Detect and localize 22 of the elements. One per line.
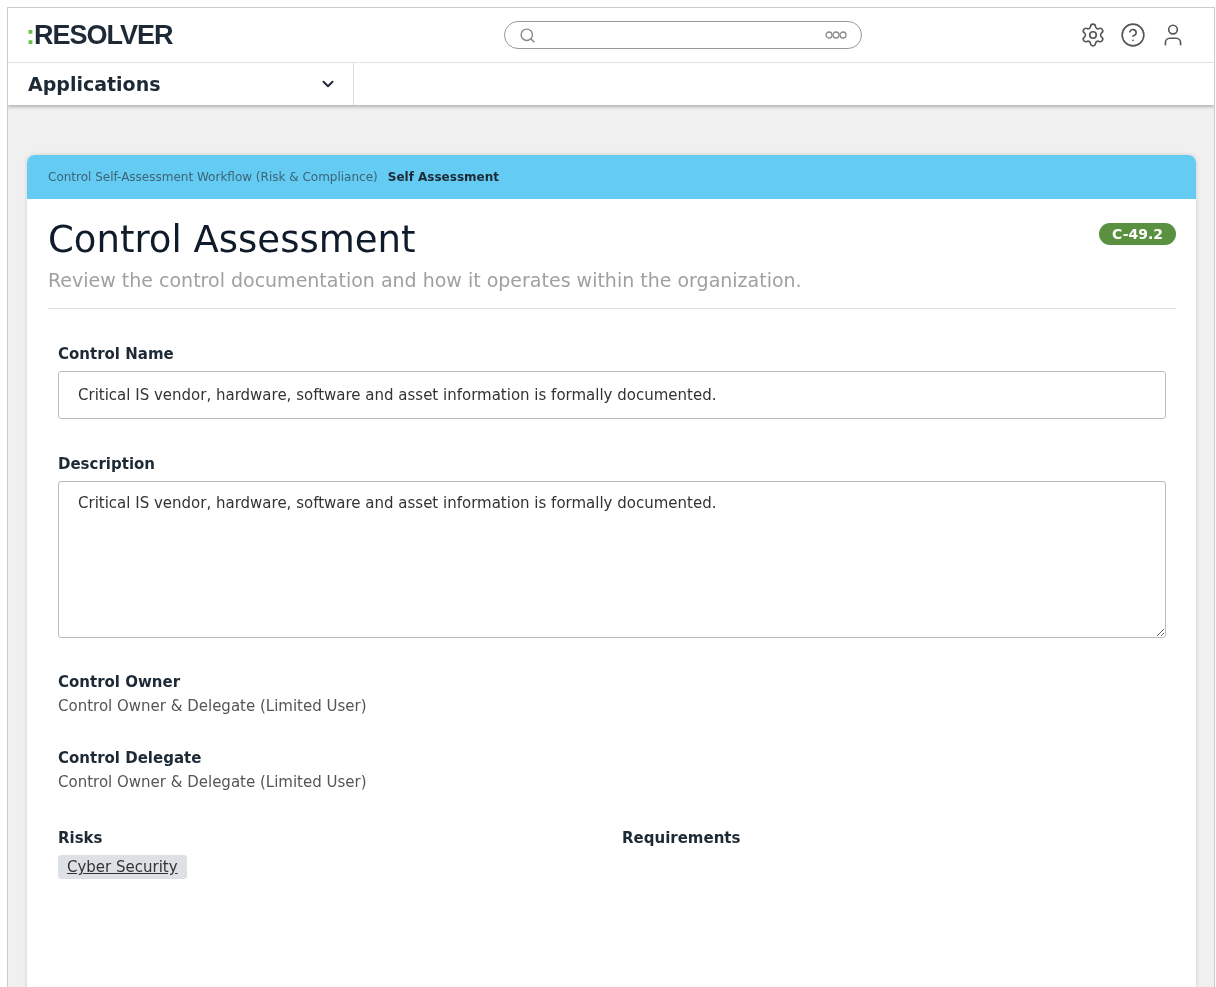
text-field[interactable]: Critical IS vendor, hardware, software and asset information is formally documented.: [58, 371, 1166, 419]
more-icon[interactable]: [825, 31, 847, 39]
field-label: Risks: [58, 829, 104, 847]
field-label: Control Owner: [58, 673, 182, 691]
field-label: Description: [58, 455, 157, 473]
field-label: Control Name: [58, 345, 175, 363]
field-label: Control Delegate: [58, 749, 203, 767]
id-badge: C-49.2: [1099, 223, 1176, 245]
text-area[interactable]: Critical IS vendor, hardware, software and asset information is formally documented.: [58, 481, 1166, 638]
settings-icon[interactable]: [1080, 22, 1106, 48]
field-value: Control Owner & Delegate (Limited User): [58, 697, 368, 715]
risk-tag[interactable]: Cyber Security: [58, 855, 187, 879]
field-label: Requirements: [622, 829, 742, 847]
help-icon[interactable]: [1120, 22, 1146, 48]
breadcrumb-link[interactable]: Self Assessment: [387, 170, 499, 184]
search-icon: [519, 26, 536, 44]
page-title: Control Assessment: [48, 217, 416, 263]
logo: :RESOLVER: [26, 19, 174, 51]
field-value: Control Owner & Delegate (Limited User): [58, 773, 368, 791]
page-subtitle: Review the control documentation and how it operates within the organization.: [48, 269, 1176, 309]
applications-dropdown[interactable]: Applications: [8, 63, 354, 105]
breadcrumb-link[interactable]: Control Self-Assessment Workflow (Risk & Compliance): [48, 170, 378, 184]
